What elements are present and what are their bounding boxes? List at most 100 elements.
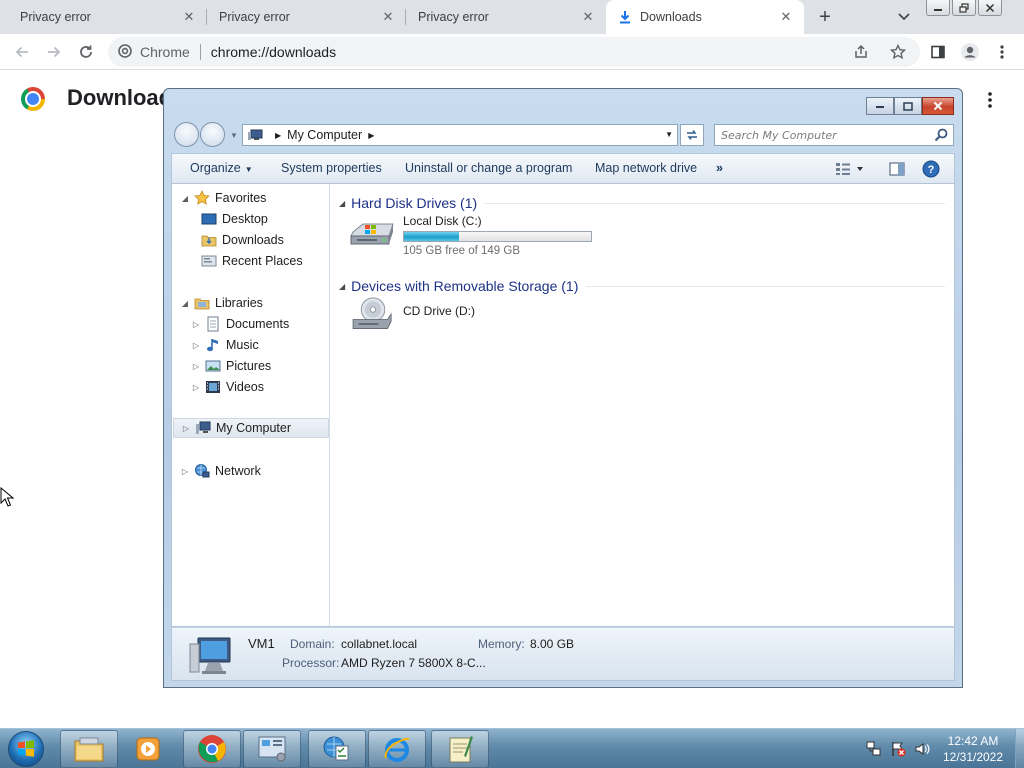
nav-pictures[interactable]: ▷ Pictures [191,356,271,376]
preview-pane-icon[interactable] [886,159,908,179]
processor-label: Processor: [282,656,340,670]
map-network-drive-button[interactable]: Map network drive [595,161,697,175]
computer-icon [195,420,211,436]
nav-network[interactable]: ▷ Network [180,461,261,481]
taskbar-internet-explorer[interactable] [368,730,426,768]
recent-pages-chevron-icon[interactable]: ▼ [230,131,238,140]
taskbar-media-player[interactable] [120,730,176,768]
explorer-close-icon[interactable] [922,97,954,115]
omnibox-url[interactable]: chrome://downloads [211,44,336,60]
close-window-icon[interactable] [978,0,1002,16]
explorer-search-box[interactable] [714,124,954,146]
explorer-back-icon[interactable] [174,122,199,147]
collapsed-triangle-icon[interactable]: ▷ [191,320,201,329]
tab-privacy-error-3[interactable]: Privacy error ✕ [406,0,606,34]
nav-downloads[interactable]: Downloads [201,230,284,250]
explorer-address-bar[interactable]: ▶ My Computer ▶ ▼ [242,124,678,146]
uninstall-program-button[interactable]: Uninstall or change a program [405,161,572,175]
collapsed-triangle-icon[interactable]: ▷ [191,341,201,350]
close-tab-icon[interactable]: ✕ [181,9,197,25]
navigation-pane: ◢ Favorites Desktop Downloads Recent Pla… [172,184,330,626]
tab-downloads[interactable]: Downloads ✕ [606,0,804,34]
expanded-triangle-icon[interactable]: ◢ [180,194,190,203]
start-button[interactable] [8,731,44,767]
pictures-icon [205,358,221,374]
nav-videos[interactable]: ▷ Videos [191,377,264,397]
side-panel-icon[interactable] [926,40,950,64]
bookmark-star-icon[interactable] [890,37,906,67]
tray-network-icon[interactable] [866,729,882,768]
close-tab-icon[interactable]: ✕ [580,9,596,25]
explorer-forward-icon[interactable] [200,122,225,147]
tab-title: Privacy error [418,10,489,24]
group-collapse-triangle-icon[interactable]: ◢ [339,199,345,208]
explorer-body: ◢ Favorites Desktop Downloads Recent Pla… [171,183,955,627]
explorer-minimize-icon[interactable] [866,97,894,115]
taskbar-editor[interactable] [431,730,489,768]
collapsed-triangle-icon[interactable]: ▷ [191,362,201,371]
reload-icon[interactable] [74,40,98,64]
nav-music[interactable]: ▷ Music [191,335,259,355]
change-view-button[interactable] [832,159,868,179]
page-more-actions-icon[interactable] [980,88,1000,112]
drive-cd-d[interactable]: CD Drive (D:) [349,292,609,340]
minimize-icon[interactable] [926,0,950,16]
tray-volume-icon[interactable] [914,729,930,768]
taskbar-clock[interactable]: 12:42 AM 12/31/2022 [934,733,1012,765]
nav-favorites[interactable]: ◢ Favorites [180,188,266,208]
tab-strip: Privacy error ✕ Privacy error ✕ Privacy … [0,0,1024,34]
nav-my-computer[interactable]: ▷ My Computer [173,418,329,438]
explorer-refresh-icon[interactable] [680,124,704,146]
collapsed-triangle-icon[interactable]: ▷ [191,383,201,392]
breadcrumb-arrow-icon[interactable]: ▶ [275,131,281,140]
nav-libraries[interactable]: ◢ Libraries [180,293,263,313]
back-arrow-icon[interactable] [10,40,34,64]
restore-icon[interactable] [952,0,976,16]
taskbar-control-panel[interactable] [243,730,301,768]
close-tab-icon[interactable]: ✕ [778,9,794,25]
nav-recent-places[interactable]: Recent Places [201,251,303,271]
help-icon[interactable]: ? [920,159,942,179]
nav-label: Documents [226,317,290,331]
collapsed-triangle-icon[interactable]: ▷ [180,467,190,476]
recent-places-icon [201,253,217,269]
search-icon[interactable] [934,128,948,142]
new-tab-button[interactable]: + [812,5,838,29]
more-commands-button[interactable]: » [716,161,723,175]
organize-menu-button[interactable]: Organize ▼ [190,161,253,175]
search-input[interactable] [721,128,921,142]
nav-label: Favorites [215,191,267,205]
close-tab-icon[interactable]: ✕ [380,9,396,25]
breadcrumb[interactable]: My Computer [287,128,362,142]
group-title: Hard Disk Drives (1) [351,195,478,211]
taskbar-windows-explorer[interactable] [60,730,118,768]
nav-label: Music [226,338,259,352]
address-history-chevron-icon[interactable]: ▼ [665,130,673,139]
tab-search-chevron-icon[interactable] [893,7,915,27]
clock-date: 12/31/2022 [942,750,1004,764]
forward-arrow-icon[interactable] [42,40,66,64]
hard-drive-icon [350,223,394,245]
tray-action-center-warning-icon[interactable] [890,729,906,768]
drive-local-disk-c[interactable]: Local Disk (C:) 105 GB free of 149 GB [349,210,609,258]
show-desktop-button[interactable] [1015,729,1024,768]
tab-privacy-error-2[interactable]: Privacy error ✕ [207,0,406,34]
collapsed-triangle-icon[interactable]: ▷ [181,424,191,433]
breadcrumb-arrow-icon[interactable]: ▶ [368,131,374,140]
nav-desktop[interactable]: Desktop [201,209,268,229]
taskbar-chrome[interactable] [183,730,241,768]
internet-explorer-icon [384,737,410,762]
chrome-logo-icon [21,87,45,111]
expanded-triangle-icon[interactable]: ◢ [180,299,190,308]
system-properties-button[interactable]: System properties [281,161,382,175]
omnibox[interactable]: Chrome chrome://downloads [108,37,920,67]
profile-avatar-icon[interactable] [958,40,982,64]
tab-privacy-error-1[interactable]: Privacy error ✕ [0,0,207,34]
nav-documents[interactable]: ▷ Documents [191,314,289,334]
share-icon[interactable] [853,37,869,67]
details-pane: VM1 Domain: collabnet.local Memory: 8.00… [171,627,955,681]
group-collapse-triangle-icon[interactable]: ◢ [339,282,345,291]
taskbar-action-tool[interactable] [308,730,366,768]
browser-menu-icon[interactable] [990,40,1014,64]
explorer-maximize-icon[interactable] [894,97,922,115]
